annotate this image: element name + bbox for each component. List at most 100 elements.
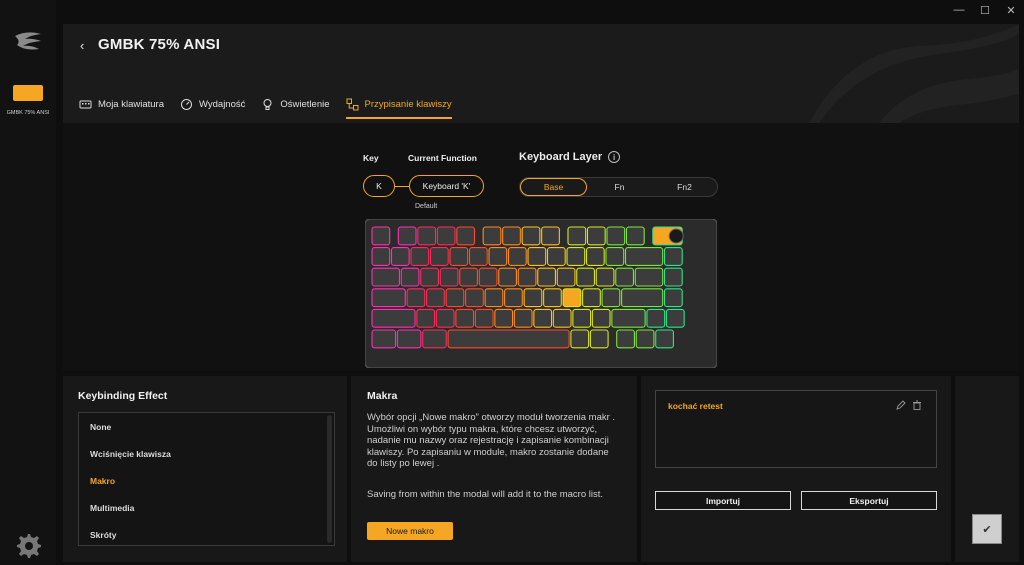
keycap[interactable] [474, 308, 494, 328]
edit-icon[interactable] [896, 400, 906, 410]
keycap[interactable] [606, 226, 626, 246]
keycap[interactable] [422, 329, 447, 349]
keycap[interactable] [611, 308, 646, 328]
keycap[interactable] [371, 226, 391, 246]
keycap[interactable] [416, 308, 436, 328]
keycap[interactable] [426, 288, 445, 308]
apply-button[interactable]: ✔ [972, 514, 1002, 544]
keycap[interactable] [591, 308, 611, 328]
keycap[interactable] [468, 247, 488, 266]
keycap[interactable] [665, 308, 685, 328]
keycap[interactable] [621, 288, 664, 308]
keycap[interactable] [556, 267, 576, 287]
effect-macro[interactable]: Makro [79, 467, 334, 494]
keyboard-visual[interactable] [365, 219, 717, 368]
keycap[interactable] [449, 247, 469, 266]
keycap[interactable] [533, 308, 553, 328]
keycap[interactable] [634, 267, 664, 287]
keycap[interactable] [371, 329, 397, 349]
selected-key-pill[interactable]: K [363, 175, 395, 197]
keycap[interactable] [625, 226, 645, 246]
close-button[interactable]: ✕ [998, 0, 1024, 20]
layer-option-fn2[interactable]: Fn2 [652, 178, 717, 196]
keycap[interactable] [601, 288, 621, 308]
keycap[interactable] [585, 247, 605, 266]
keycap[interactable] [371, 247, 391, 266]
keycap[interactable] [616, 329, 635, 349]
keycap[interactable] [663, 288, 683, 308]
effect-list-scrollbar[interactable] [327, 415, 332, 543]
keycap[interactable] [456, 226, 476, 246]
minimize-button[interactable]: — [946, 0, 972, 20]
keycap[interactable] [562, 288, 582, 308]
keycap[interactable] [445, 288, 465, 308]
keycap[interactable] [513, 308, 533, 328]
keycap[interactable] [615, 267, 635, 287]
keycap[interactable] [570, 329, 590, 349]
keycap[interactable] [527, 247, 547, 266]
gear-icon[interactable] [13, 530, 43, 560]
keycap[interactable] [546, 247, 566, 266]
keycap[interactable] [439, 267, 459, 287]
keycap[interactable] [465, 288, 484, 308]
tab-moja-klawiatura[interactable]: Moja klawiatura [79, 98, 164, 119]
keycap[interactable] [396, 329, 422, 349]
keycap[interactable] [646, 308, 666, 328]
keycap[interactable] [410, 247, 430, 266]
keycap[interactable] [482, 226, 502, 246]
keycap[interactable] [655, 329, 674, 349]
keycap[interactable] [371, 308, 416, 328]
keycap[interactable] [400, 267, 420, 287]
keycap[interactable] [567, 226, 587, 246]
keycap[interactable] [663, 247, 683, 266]
keycap[interactable] [436, 226, 456, 246]
tab-wydajnosc[interactable]: Wydajność [180, 98, 245, 119]
layer-option-base[interactable]: Base [520, 178, 587, 196]
keycap[interactable] [478, 267, 498, 287]
tab-przypisanie-klawiszy[interactable]: Przypisanie klawiszy [345, 98, 452, 119]
rotary-knob[interactable] [668, 228, 684, 244]
effect-none[interactable]: None [79, 413, 334, 440]
keycap[interactable] [589, 329, 609, 349]
keycap[interactable] [507, 247, 527, 266]
keycap[interactable] [517, 267, 537, 287]
back-chevron-icon[interactable]: ‹ [80, 38, 84, 53]
keycap[interactable] [455, 308, 475, 328]
new-macro-button[interactable]: Nowe makro [367, 522, 453, 540]
keycap[interactable] [494, 308, 514, 328]
keycap[interactable] [371, 267, 401, 287]
keycap[interactable] [566, 247, 586, 266]
keycap[interactable] [624, 247, 664, 266]
trash-icon[interactable] [912, 400, 922, 410]
keycap[interactable] [552, 308, 572, 328]
maximize-button[interactable]: ☐ [972, 0, 998, 20]
current-function-pill[interactable]: Keyboard 'K' [409, 175, 484, 197]
keycap[interactable] [435, 308, 455, 328]
keycap[interactable] [572, 308, 592, 328]
keycap[interactable] [635, 329, 655, 349]
keycap[interactable] [586, 226, 606, 246]
keycap[interactable] [543, 288, 562, 308]
macro-item-name[interactable]: kochać retest [668, 401, 723, 411]
tab-oswietlenie[interactable]: Oświetlenie [261, 98, 330, 119]
keycap[interactable] [502, 226, 521, 246]
keycap[interactable] [541, 226, 560, 246]
keycap[interactable] [582, 288, 601, 308]
import-button[interactable]: Importuj [655, 491, 791, 510]
keycap[interactable] [537, 267, 557, 287]
export-button[interactable]: Eksportuj [801, 491, 937, 510]
keycap[interactable] [521, 226, 541, 246]
info-icon[interactable]: i [608, 151, 621, 163]
keycap[interactable] [417, 226, 437, 246]
keycap[interactable] [576, 267, 596, 287]
effect-multimedia[interactable]: Multimedia [79, 494, 334, 521]
keycap[interactable] [595, 267, 615, 287]
keycap[interactable] [406, 288, 426, 308]
keycap[interactable] [488, 247, 508, 266]
keycap[interactable] [523, 288, 543, 308]
keycap[interactable] [504, 288, 523, 308]
device-thumbnail-icon[interactable] [13, 85, 43, 101]
keycap[interactable] [605, 247, 625, 266]
keycap[interactable] [663, 267, 683, 287]
keycap[interactable] [420, 267, 440, 287]
